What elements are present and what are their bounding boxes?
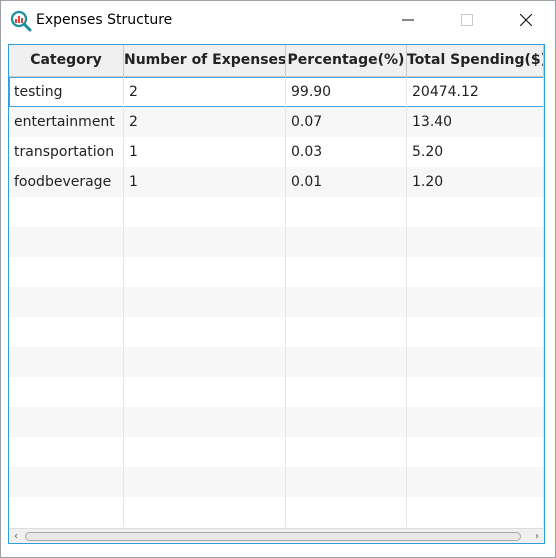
column-header-category[interactable]: Category <box>9 45 124 76</box>
empty-row <box>9 437 544 467</box>
scrollbar-thumb[interactable] <box>25 532 521 541</box>
empty-row <box>9 287 544 317</box>
empty-row <box>9 467 544 497</box>
cell-category: testing <box>9 77 124 107</box>
horizontal-scrollbar[interactable]: ‹ › <box>9 528 544 543</box>
cell-category: transportation <box>9 137 124 167</box>
cell-percentage: 99.90 <box>286 77 407 107</box>
column-header-number-of-expenses[interactable]: Number of Expenses <box>124 45 286 76</box>
cell-percentage: 0.07 <box>286 107 407 137</box>
title-bar[interactable]: Expenses Structure <box>1 1 555 39</box>
empty-row <box>9 497 544 527</box>
cell-percentage: 0.03 <box>286 137 407 167</box>
empty-row <box>9 227 544 257</box>
cell-category: foodbeverage <box>9 167 124 197</box>
expenses-table[interactable]: Category Number of Expenses Percentage(%… <box>8 44 545 544</box>
cell-percentage: 0.01 <box>286 167 407 197</box>
close-icon <box>520 14 532 26</box>
table-row[interactable]: transportation 1 0.03 5.20 <box>9 137 544 167</box>
scroll-right-icon[interactable]: › <box>530 529 544 543</box>
bar-chart-magnifier-icon <box>10 10 32 32</box>
cell-number-of-expenses: 1 <box>124 137 286 167</box>
cell-number-of-expenses: 2 <box>124 77 286 107</box>
minimize-icon <box>402 19 414 21</box>
table-body: testing 2 99.90 20474.12 entertainment 2… <box>9 77 544 529</box>
table-row[interactable]: foodbeverage 1 0.01 1.20 <box>9 167 544 197</box>
empty-row <box>9 377 544 407</box>
table-row[interactable]: testing 2 99.90 20474.12 <box>9 77 544 107</box>
empty-row <box>9 407 544 437</box>
cell-total-spending: 13.40 <box>407 107 544 137</box>
column-header-total-spending[interactable]: Total Spending($) <box>407 45 544 76</box>
cell-total-spending: 1.20 <box>407 167 544 197</box>
table-header: Category Number of Expenses Percentage(%… <box>9 45 544 77</box>
minimize-button[interactable] <box>385 1 431 39</box>
column-header-percentage[interactable]: Percentage(%) <box>286 45 407 76</box>
cell-category: entertainment <box>9 107 124 137</box>
close-button[interactable] <box>503 1 549 39</box>
window-title: Expenses Structure <box>36 12 173 28</box>
empty-row <box>9 257 544 287</box>
maximize-button[interactable] <box>444 1 490 39</box>
cell-number-of-expenses: 2 <box>124 107 286 137</box>
expenses-structure-window: Expenses Structure Category Number of Ex… <box>0 0 556 558</box>
empty-row <box>9 317 544 347</box>
table-row[interactable]: entertainment 2 0.07 13.40 <box>9 107 544 137</box>
maximize-icon <box>461 14 473 26</box>
empty-row <box>9 197 544 227</box>
cell-total-spending: 20474.12 <box>407 77 544 107</box>
cell-number-of-expenses: 1 <box>124 167 286 197</box>
cell-total-spending: 5.20 <box>407 137 544 167</box>
empty-row <box>9 347 544 377</box>
scroll-left-icon[interactable]: ‹ <box>9 529 23 543</box>
